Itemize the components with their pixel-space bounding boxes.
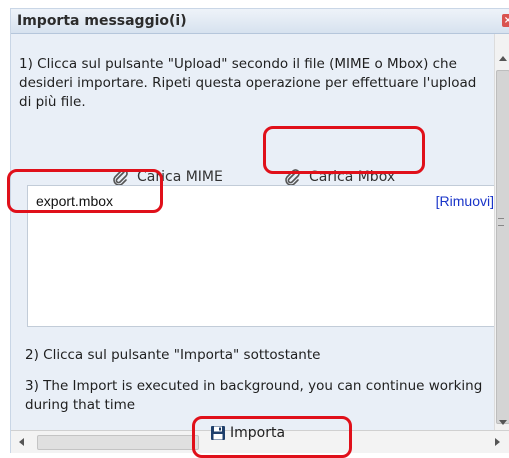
import-dialog: Importa messaggio(i) × 1) Clicca sul pul… (10, 8, 509, 453)
scroll-left-icon[interactable] (19, 438, 24, 446)
uploaded-files-list: export.mbox [Rimuovi] (27, 185, 497, 327)
scroll-down-icon[interactable] (499, 420, 507, 425)
scroll-right-icon[interactable] (495, 438, 500, 446)
import-button[interactable]: Importa (210, 422, 285, 444)
upload-mime-label: Carica MIME (137, 169, 223, 185)
grip-icon (498, 218, 504, 226)
step2-instructions: 2) Clicca sul pulsante "Importa" sottost… (25, 347, 321, 363)
vertical-scroll-thumb[interactable] (496, 70, 509, 424)
step3-instructions: 3) The Import is executed in background,… (25, 378, 483, 413)
close-icon[interactable]: × (502, 14, 509, 27)
dialog-title: Importa messaggio(i) (17, 13, 187, 29)
import-button-label: Importa (230, 425, 286, 441)
horizontal-scroll-thumb[interactable] (37, 435, 199, 450)
paperclip-icon (113, 169, 128, 186)
dialog-titlebar: Importa messaggio(i) × (11, 9, 509, 34)
file-name: export.mbox (36, 193, 114, 209)
floppy-disk-icon (211, 426, 225, 440)
step1-instructions: 1) Clicca sul pulsante "Upload" secondo … (19, 56, 477, 110)
upload-mbox-label: Carica Mbox (309, 169, 396, 185)
remove-file-link[interactable]: [Rimuovi] (436, 193, 494, 209)
vertical-scrollbar[interactable] (494, 34, 509, 431)
scroll-up-icon[interactable] (499, 56, 507, 61)
paperclip-icon (285, 169, 300, 186)
